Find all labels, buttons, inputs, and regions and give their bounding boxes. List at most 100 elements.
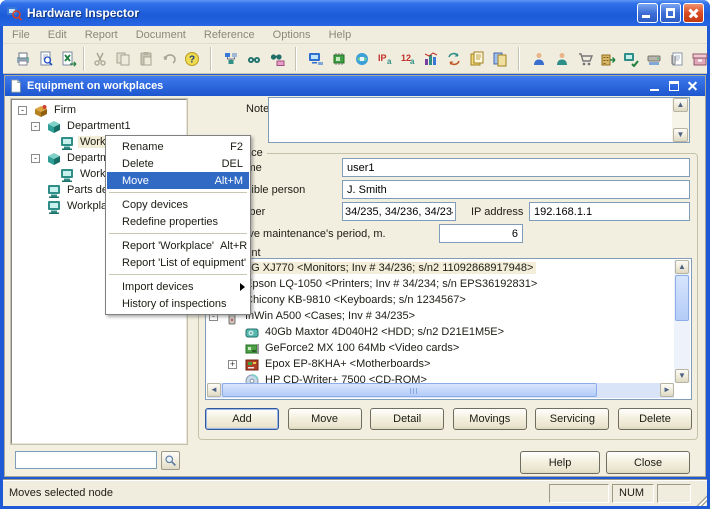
statistics-icon[interactable]: [419, 47, 442, 70]
cut-icon[interactable]: [88, 47, 111, 70]
search-icon: [164, 454, 177, 467]
resize-grip[interactable]: [694, 493, 707, 506]
menubar-item-reference[interactable]: Reference: [195, 27, 264, 43]
tree-node-label[interactable]: Firm: [52, 104, 78, 116]
scroll-up-icon[interactable]: ▲: [675, 260, 689, 274]
menu-item-report-workplace[interactable]: Report 'Workplace' Alt+R: [107, 237, 249, 254]
add-button[interactable]: Add: [205, 408, 279, 430]
equipment-item-text[interactable]: Epson LQ-1050 <Printers; Inv # 34/234; s…: [242, 278, 540, 290]
tree-node-department1[interactable]: - Department1: [12, 119, 184, 135]
device-models-icon[interactable]: [327, 47, 350, 70]
vendors-icon[interactable]: [596, 47, 619, 70]
context-menu: Rename F2 Delete DEL Move Alt+M Copy dev…: [105, 135, 251, 315]
employees-icon[interactable]: [527, 47, 550, 70]
note-textarea[interactable]: [268, 97, 690, 143]
menubar-item-edit[interactable]: Edit: [39, 27, 76, 43]
documents-icon[interactable]: [465, 47, 488, 70]
find-workplace-icon[interactable]: [219, 47, 242, 70]
note-scrollbar[interactable]: ▲ ▼: [672, 98, 689, 142]
print-preview-icon[interactable]: [34, 47, 57, 70]
movings-button[interactable]: Movings: [453, 408, 527, 430]
menu-item-redefine-properties[interactable]: Redefine properties: [107, 213, 249, 230]
find-device-icon[interactable]: [265, 47, 288, 70]
child-titlebar[interactable]: Equipment on workplaces: [5, 76, 705, 96]
close-button[interactable]: [683, 3, 704, 23]
equipment-item-text[interactable]: InWin A500 <Cases; Inv # 34/235>: [242, 310, 418, 322]
servicing-button[interactable]: Servicing: [535, 408, 609, 430]
application-window: Hardware Inspector File Edit Report Docu…: [0, 0, 710, 509]
workplace-groupbox: Workplace User name Responsible person I…: [198, 153, 698, 440]
undo-icon[interactable]: [157, 47, 180, 70]
servicing-icon[interactable]: [619, 47, 642, 70]
workplaces-icon[interactable]: [304, 47, 327, 70]
inventory-numbers-icon[interactable]: [396, 47, 419, 70]
equipment-item-text[interactable]: LG XJ770 <Monitors; Inv # 34/236; s/n2 1…: [242, 262, 536, 274]
menubar-item-file[interactable]: File: [3, 27, 39, 43]
search-input[interactable]: [15, 451, 157, 469]
orders-icon[interactable]: [488, 47, 511, 70]
maintenance-period-field[interactable]: [439, 224, 523, 243]
menubar-item-report[interactable]: Report: [76, 27, 127, 43]
child-minimize-button[interactable]: [647, 79, 663, 93]
ip-addresses-icon[interactable]: [373, 47, 396, 70]
menu-item-report-list-of-equipment[interactable]: Report 'List of equipment': [107, 254, 249, 271]
responsible-person-field[interactable]: [342, 180, 690, 199]
responsible-persons-icon[interactable]: [550, 47, 573, 70]
equipment-item-text[interactable]: GeForce2 MX 100 64Mb <Video cards>: [262, 342, 462, 354]
menubar-item-options[interactable]: Options: [264, 27, 320, 43]
equipment-item-text[interactable]: Chicony KB-9810 <Keyboards; s/n 1234567>: [242, 294, 469, 306]
menu-item-move[interactable]: Move Alt+M: [107, 172, 249, 189]
scroll-down-icon[interactable]: ▼: [673, 128, 688, 142]
scrollbar-thumb[interactable]: [675, 275, 689, 321]
scroll-left-icon[interactable]: ◄: [207, 383, 221, 397]
collapse-icon[interactable]: -: [31, 154, 40, 163]
copy-icon[interactable]: [111, 47, 134, 70]
search-button[interactable]: [161, 451, 180, 470]
main-titlebar[interactable]: Hardware Inspector: [0, 0, 710, 26]
contracts-icon[interactable]: [665, 47, 688, 70]
user-name-field[interactable]: [342, 158, 690, 177]
scroll-right-icon[interactable]: ►: [660, 383, 674, 397]
expand-icon[interactable]: +: [228, 360, 237, 369]
movings-icon[interactable]: [442, 47, 465, 70]
export-icon[interactable]: [57, 47, 80, 70]
paste-icon[interactable]: [134, 47, 157, 70]
menu-item-rename[interactable]: Rename F2: [107, 138, 249, 155]
note-label: Note: [246, 103, 269, 115]
equipment-horizontal-scrollbar[interactable]: ◄ ►: [207, 383, 674, 398]
menubar-item-help[interactable]: Help: [320, 27, 361, 43]
ip-address-field[interactable]: [529, 202, 690, 221]
purchases-icon[interactable]: [573, 47, 596, 70]
minimize-button[interactable]: [637, 3, 658, 23]
help-icon[interactable]: [180, 47, 203, 70]
tree-node-label[interactable]: Department1: [65, 120, 133, 132]
menu-item-delete[interactable]: Delete DEL: [107, 155, 249, 172]
parts-depot-icon[interactable]: [642, 47, 665, 70]
child-maximize-button[interactable]: [666, 79, 682, 93]
collapse-icon[interactable]: -: [31, 122, 40, 131]
menu-item-copy-devices[interactable]: Copy devices: [107, 196, 249, 213]
menubar-item-document[interactable]: Document: [127, 27, 195, 43]
equipment-item-text[interactable]: Epox EP-8KHA+ <Motherboards>: [262, 358, 433, 370]
inv-number-field[interactable]: [342, 202, 456, 221]
collapse-icon[interactable]: -: [18, 106, 27, 115]
menu-item-import-devices[interactable]: Import devices: [107, 278, 249, 295]
equipment-vertical-scrollbar[interactable]: ▲ ▼: [674, 260, 690, 383]
scrollbar-thumb[interactable]: [222, 383, 597, 397]
tree-node-firm[interactable]: - Firm: [12, 103, 184, 119]
scroll-down-icon[interactable]: ▼: [675, 369, 689, 383]
delete-button[interactable]: Delete: [618, 408, 692, 430]
maximize-button[interactable]: [660, 3, 681, 23]
child-close-button[interactable]: [685, 79, 701, 93]
equipment-item-text[interactable]: 40Gb Maxtor 4D040H2 <HDD; s/n2 D21E1M5E>: [262, 326, 507, 338]
archive-icon[interactable]: [688, 47, 710, 70]
move-button[interactable]: Move: [288, 408, 362, 430]
detail-button[interactable]: Detail: [370, 408, 444, 430]
find-icon[interactable]: [242, 47, 265, 70]
help-button[interactable]: Help: [520, 451, 600, 474]
close-dialog-button[interactable]: Close: [606, 451, 690, 474]
menu-item-history-of-inspections[interactable]: History of inspections: [107, 295, 249, 312]
scroll-up-icon[interactable]: ▲: [673, 98, 688, 112]
devices-icon[interactable]: [350, 47, 373, 70]
print-icon[interactable]: [11, 47, 34, 70]
